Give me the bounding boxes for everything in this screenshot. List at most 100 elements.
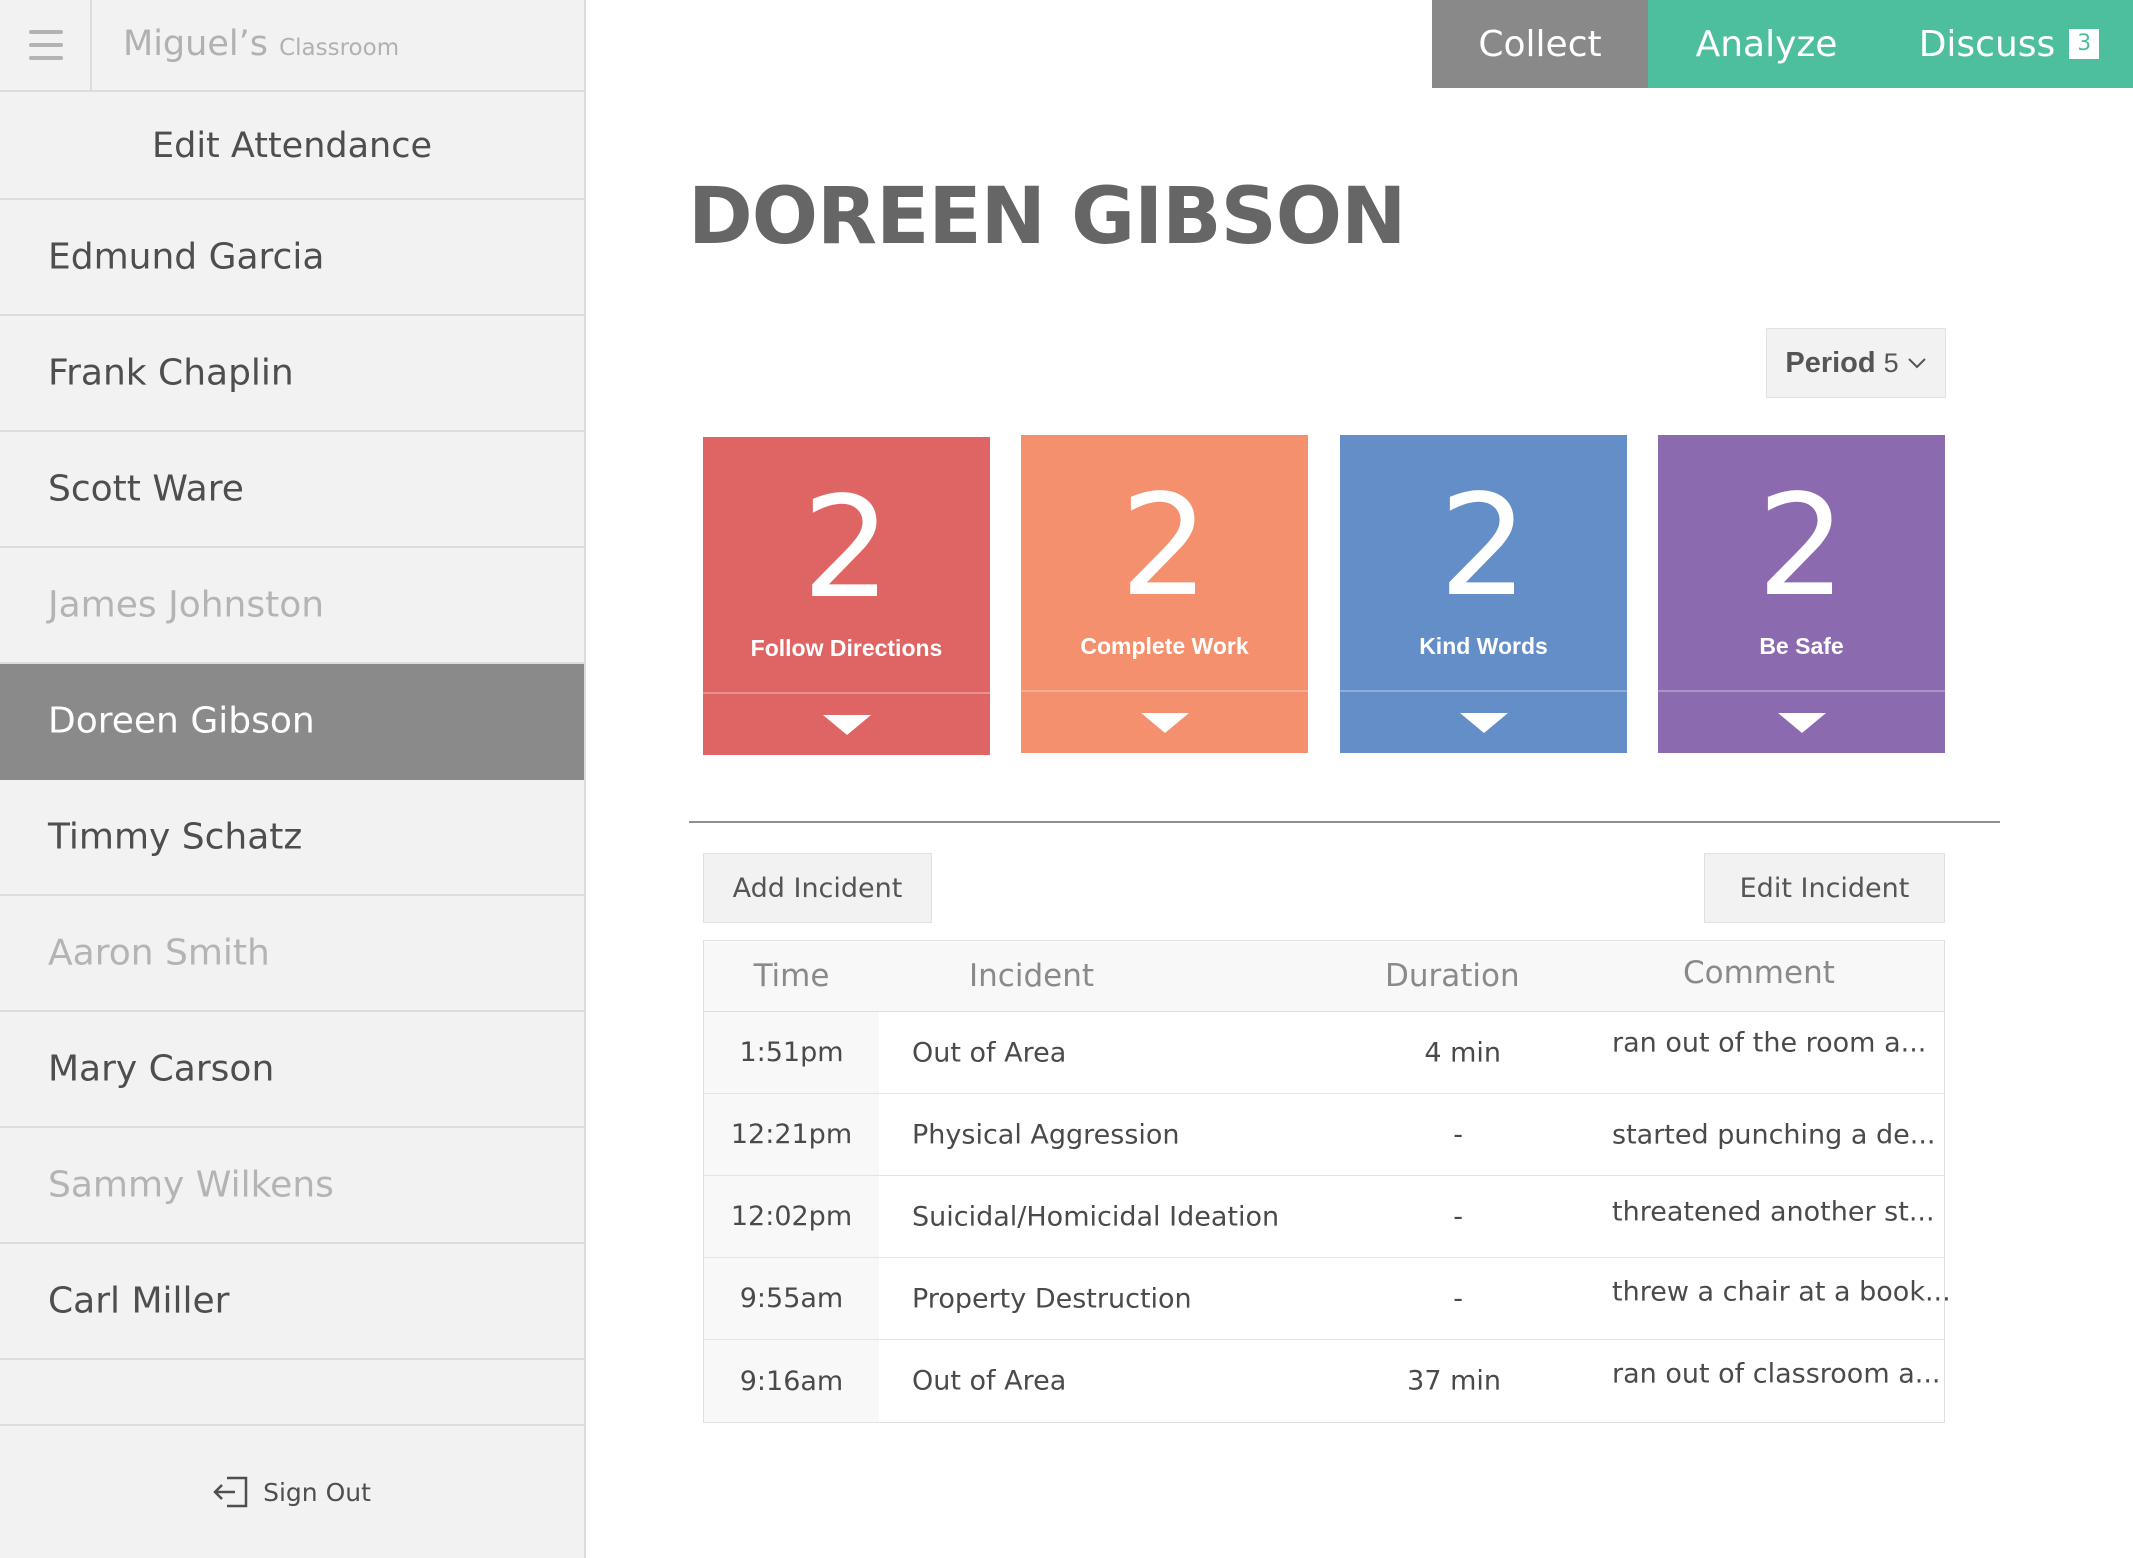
sign-out-label: Sign Out [263,1477,371,1507]
student-name: Doreen Gibson [48,700,315,742]
edit-attendance-button[interactable]: Edit Attendance [0,92,584,200]
student-name-heading: DOREEN GIBSON [688,172,1406,262]
behavior-title: Kind Words [1419,633,1548,659]
incident-type: Suicidal/Homicidal Ideation [912,1201,1280,1232]
classroom-title: Miguel’s Classroom [123,24,399,64]
hamburger-menu-icon [29,30,63,34]
incident-comment: ran out of classroom a... [1612,1358,1941,1390]
student-item-doreen-gibson[interactable]: Doreen Gibson [0,664,584,780]
card-expand-toggle[interactable] [1340,692,1627,753]
behavior-count: 2 [1438,465,1529,628]
sign-out-icon [213,1476,248,1508]
triangle-down-icon [1140,712,1189,733]
student-name: Frank Chaplin [48,352,294,394]
tab-collect-label: Collect [1478,23,1602,65]
period-dropdown[interactable]: Period 5 [1766,328,1946,398]
incident-time: 12:21pm [704,1094,879,1175]
behavior-count: 2 [1756,465,1847,628]
incident-time: 1:51pm [704,1012,879,1093]
column-header-time: Time [753,958,830,994]
student-name: James Johnston [48,584,325,626]
tab-discuss-label: Discuss [1918,23,2056,65]
incident-comment: threatened another st... [1612,1196,1935,1228]
student-item-scott-ware[interactable]: Scott Ware [0,432,584,548]
incident-duration: 4 min [1424,1037,1501,1068]
behavior-card-kind-words[interactable]: 2 Kind Words [1340,435,1627,753]
incident-type: Out of Area [912,1037,1067,1068]
column-header-incident: Incident [969,958,1094,994]
table-row[interactable]: 9:16am Out of Area 37 min ran out of cla… [704,1340,1944,1422]
student-item-carl-miller[interactable]: Carl Miller [0,1244,584,1360]
student-item-timmy-schatz[interactable]: Timmy Schatz [0,780,584,896]
student-name: Aaron Smith [48,932,270,974]
incident-type: Property Destruction [912,1283,1192,1314]
behavior-count: 2 [1119,465,1210,628]
behavior-title: Be Safe [1759,633,1844,659]
section-divider [689,821,2000,823]
student-item-sammy-wilkens[interactable]: Sammy Wilkens [0,1128,584,1244]
add-incident-button[interactable]: Add Incident [703,853,932,923]
incident-duration: - [1453,1283,1463,1314]
hamburger-menu-icon [29,43,63,47]
behavior-card-complete-work[interactable]: 2 Complete Work [1021,435,1308,753]
column-header-duration: Duration [1385,958,1520,994]
triangle-down-icon [822,714,871,735]
behavior-card-follow-directions[interactable]: 2 Follow Directions [703,437,990,755]
incident-table: Time Incident Duration Comment 1:51pm Ou… [703,940,1951,1423]
period-value: 5 [1883,347,1899,378]
behavior-card-be-safe[interactable]: 2 Be Safe [1658,435,1945,753]
card-expand-toggle[interactable] [1021,692,1308,753]
card-expand-toggle[interactable] [703,694,990,755]
tab-analyze[interactable]: Analyze [1648,0,1885,88]
incident-duration: 37 min [1407,1365,1501,1397]
period-label: Period [1785,346,1876,379]
column-header-comment: Comment [1683,954,1835,991]
incident-time: 9:16am [704,1340,879,1422]
incident-time: 9:55am [704,1258,879,1339]
student-name: Edmund Garcia [48,236,325,278]
hamburger-menu-icon [29,56,63,60]
table-row[interactable]: 9:55am Property Destruction - threw a ch… [704,1258,1951,1340]
student-name: Carl Miller [48,1280,230,1322]
tab-analyze-label: Analyze [1695,23,1838,65]
student-item-frank-chaplin[interactable]: Frank Chaplin [0,316,584,432]
discuss-count-badge: 3 [2069,29,2100,59]
classroom-name: Miguel’s [123,24,268,64]
menu-button[interactable] [0,0,92,92]
tab-collect[interactable]: Collect [1432,0,1648,88]
incident-type: Physical Aggression [912,1119,1180,1150]
table-row[interactable]: 12:21pm Physical Aggression - started pu… [704,1094,1944,1176]
tab-discuss[interactable]: Discuss 3 [1885,0,2133,88]
student-name: Scott Ware [48,468,244,510]
student-item-aaron-smith[interactable]: Aaron Smith [0,896,584,1012]
incident-duration: - [1453,1119,1463,1150]
incident-comment: threw a chair at a book... [1612,1276,1951,1308]
incident-type: Out of Area [912,1365,1067,1397]
classroom-subtitle: Classroom [279,35,400,61]
table-header: Time Incident Duration Comment [704,941,1944,1012]
student-name: Sammy Wilkens [48,1164,334,1206]
student-list: Edmund Garcia Frank Chaplin Scott Ware J… [0,200,584,1360]
table-row[interactable]: 12:02pm Suicidal/Homicidal Ideation - th… [704,1176,1944,1258]
card-expand-toggle[interactable] [1658,692,1945,753]
student-item-james-johnston[interactable]: James Johnston [0,548,584,664]
student-item-edmund-garcia[interactable]: Edmund Garcia [0,200,584,316]
triangle-down-icon [1777,712,1826,733]
sidebar-header: Miguel’s Classroom [0,0,584,92]
incident-duration: - [1453,1201,1463,1232]
behavior-title: Complete Work [1080,633,1249,659]
student-name: Mary Carson [48,1048,275,1090]
incident-comment: ran out of the room a... [1612,1027,1927,1059]
student-item-mary-carson[interactable]: Mary Carson [0,1012,584,1128]
behavior-count: 2 [801,467,892,630]
sidebar: Miguel’s Classroom Edit Attendance Edmun… [0,0,586,1558]
incident-time: 12:02pm [704,1176,879,1257]
chevron-down-icon [1907,358,1926,369]
table-row[interactable]: 1:51pm Out of Area 4 min ran out of the … [704,1012,1944,1094]
incident-comment: started punching a de... [1612,1119,1936,1150]
edit-incident-button[interactable]: Edit Incident [1704,853,1945,923]
student-name: Timmy Schatz [48,816,303,858]
behavior-title: Follow Directions [750,635,943,661]
top-nav: Collect Analyze Discuss 3 [1432,0,2133,88]
sign-out-button[interactable]: Sign Out [0,1426,584,1558]
